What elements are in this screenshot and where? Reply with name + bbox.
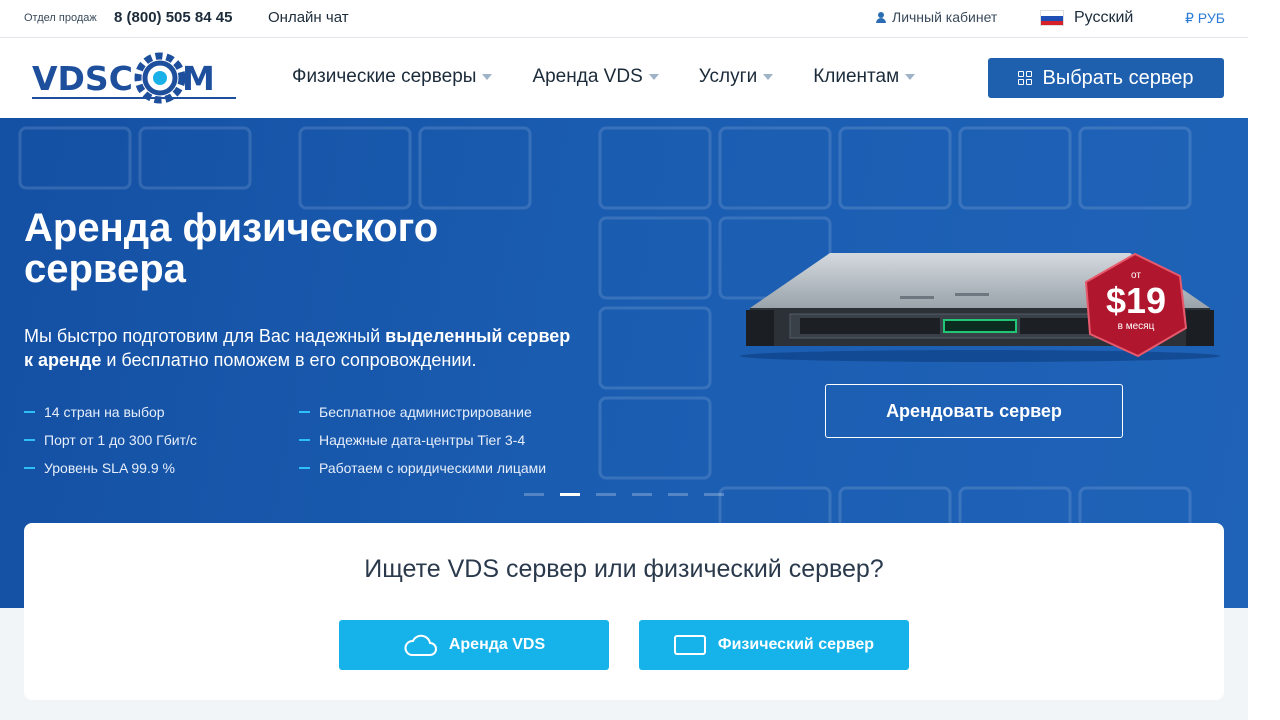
nav-label: Клиентам — [813, 66, 900, 87]
main-nav: Физические серверы Аренда VDS Услуги Кли… — [292, 66, 955, 88]
feature-item: Уровень SLA 99.9 % — [24, 454, 197, 482]
nav-label: Услуги — [698, 66, 758, 87]
rent-vds-label: Аренда VDS — [448, 636, 546, 653]
rent-server-button[interactable]: Арендовать сервер — [825, 384, 1123, 438]
svg-text:M: M — [182, 59, 215, 98]
rent-vds-button[interactable]: Аренда VDS — [339, 620, 609, 670]
nav-label: Физические серверы — [292, 66, 477, 87]
feature-item: Работаем с юридическими лицами — [299, 454, 546, 482]
caret-down-icon — [482, 74, 493, 80]
nav-vds-rent[interactable]: Аренда VDS — [532, 66, 659, 88]
choose-server-button[interactable]: Выбрать сервер — [988, 58, 1224, 98]
features-list-left: 14 стран на выбор Порт от 1 до 300 Гбит/… — [24, 398, 197, 482]
main-header: VDSC M Физические серверы Аренда VDS Усл… — [0, 38, 1248, 118]
nav-services[interactable]: Услуги — [698, 66, 774, 88]
server-type-question: Ищете VDS сервер или физический сервер? — [364, 555, 884, 583]
scroll-gutter — [1248, 0, 1280, 720]
nav-label: Аренда VDS — [532, 66, 643, 87]
caret-down-icon — [763, 74, 774, 80]
nav-physical-servers[interactable]: Физические серверы — [292, 66, 493, 88]
lead-text: Мы быстро подготовим для Вас надежный — [24, 326, 386, 346]
currency-selector[interactable]: ₽ РУБ — [1185, 10, 1225, 27]
server-box-icon — [673, 635, 706, 655]
price-value: $19 — [1106, 280, 1166, 321]
slider-dot[interactable] — [560, 493, 580, 496]
feature-item: Бесплатное администрирование — [299, 398, 546, 426]
lead-text-end: и бесплатно поможем в его сопровождении. — [101, 350, 477, 370]
user-icon — [876, 11, 886, 23]
choose-server-label: Выбрать сервер — [1042, 66, 1194, 89]
personal-cabinet-label: Личный кабинет — [892, 9, 998, 25]
slider-pagination — [524, 493, 724, 496]
caret-down-icon — [648, 74, 659, 80]
price-badge: от $19 в месяц — [1084, 252, 1188, 358]
feature-item: Надежные дата-центры Tier 3-4 — [299, 426, 546, 454]
language-label: Русский — [1074, 9, 1134, 26]
vdscom-logo[interactable]: VDSC M — [30, 46, 242, 110]
hero-title: Аренда физического сервера — [24, 206, 439, 291]
sales-department-label: Отдел продаж — [24, 12, 97, 24]
physical-server-label: Физический сервер — [717, 636, 875, 653]
price-suffix: в месяц — [1118, 321, 1155, 332]
slider-dot[interactable] — [668, 493, 688, 496]
slider-dot[interactable] — [596, 493, 616, 496]
russia-flag-icon — [1040, 10, 1064, 26]
language-selector[interactable]: Русский — [1040, 9, 1133, 27]
physical-server-button[interactable]: Физический сервер — [639, 620, 909, 670]
feature-item: Порт от 1 до 300 Гбит/с — [24, 426, 197, 454]
server-type-card: Ищете VDS сервер или физический сервер? … — [24, 523, 1224, 700]
top-bar: Отдел продаж 8 (800) 505 84 45 Онлайн ча… — [0, 0, 1248, 38]
hero-lead: Мы быстро подготовим для Вас надежный вы… — [24, 324, 584, 372]
sales-phone-link[interactable]: 8 (800) 505 84 45 — [114, 9, 232, 26]
slider-dot[interactable] — [704, 493, 724, 496]
logo-graphic: VDSC M — [32, 52, 236, 104]
caret-down-icon — [905, 74, 916, 80]
personal-cabinet-link[interactable]: Личный кабинет — [876, 9, 997, 25]
features-list-right: Бесплатное администрирование Надежные да… — [299, 398, 546, 482]
cloud-icon — [404, 634, 437, 656]
feature-item: 14 стран на выбор — [24, 398, 197, 426]
slider-dot[interactable] — [524, 493, 544, 496]
svg-text:VDSC: VDSC — [32, 59, 133, 98]
server-grid-icon — [1018, 71, 1033, 85]
slider-dot[interactable] — [632, 493, 652, 496]
online-chat-link[interactable]: Онлайн чат — [268, 9, 349, 26]
nav-clients[interactable]: Клиентам — [813, 66, 916, 88]
